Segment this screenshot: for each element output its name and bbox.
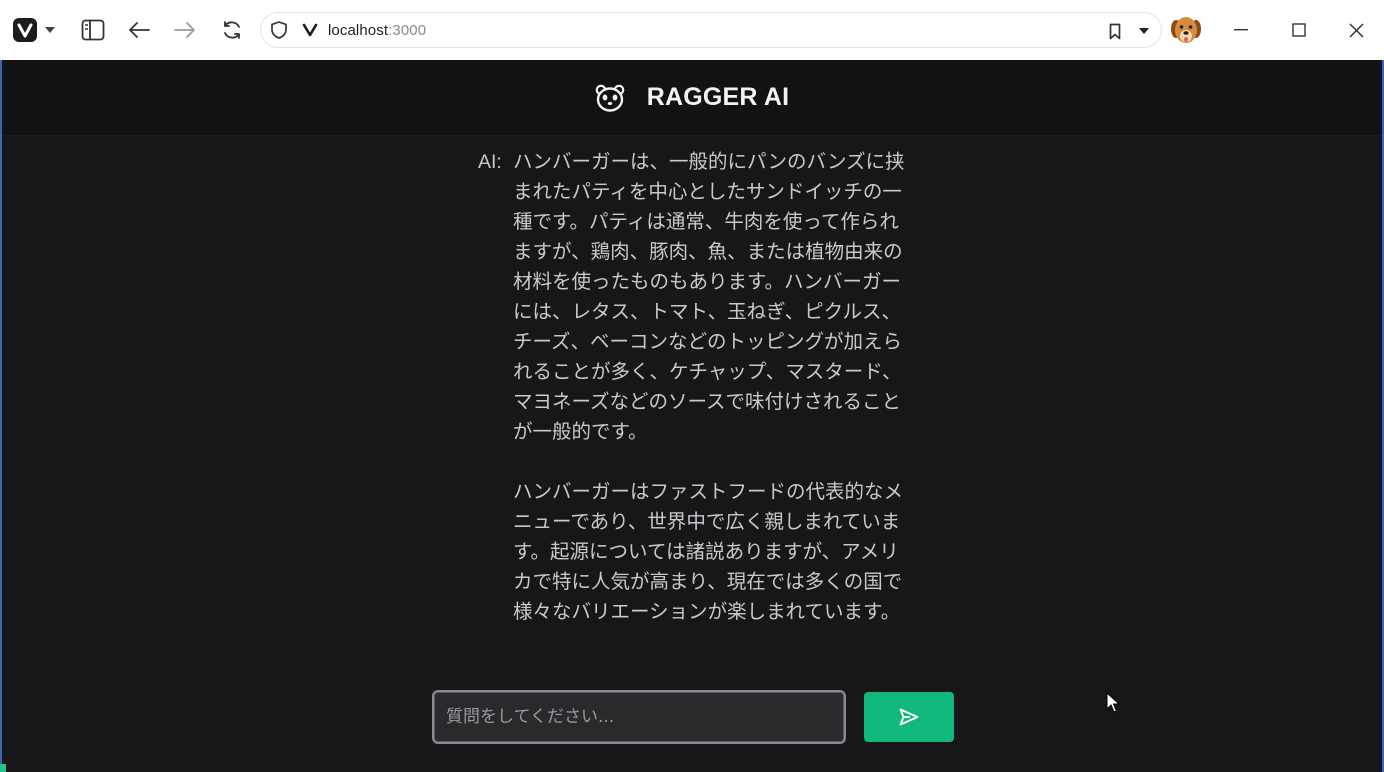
reload-icon[interactable] (219, 17, 245, 43)
loading-indicator (0, 764, 6, 772)
minimize-icon[interactable] (1230, 20, 1252, 40)
url-host: localhost (328, 22, 389, 39)
url-port: :3000 (388, 22, 427, 39)
url-text[interactable]: localhost:3000 (328, 22, 426, 39)
window-edge-left (0, 60, 2, 772)
app-title: RAGGER AI (646, 83, 790, 111)
message-speaker: AI: (478, 151, 502, 173)
shield-icon[interactable] (269, 20, 289, 40)
app-header: RAGGER AI (2, 60, 1382, 136)
question-input[interactable] (434, 692, 844, 742)
sidebar-toggle-icon[interactable] (80, 17, 106, 43)
question-input-wrapper (432, 690, 846, 744)
vivaldi-menu-icon[interactable] (12, 16, 38, 44)
panda-logo-icon (595, 84, 625, 112)
browser-toolbar: localhost:3000 (0, 0, 1384, 61)
brand: RAGGER AI (2, 60, 1382, 135)
chevron-down-icon[interactable] (42, 22, 58, 38)
bookmark-icon[interactable] (1105, 21, 1125, 41)
back-arrow-icon[interactable] (126, 17, 152, 43)
address-dropdown-icon[interactable] (1135, 23, 1153, 39)
close-icon[interactable] (1345, 20, 1367, 40)
message-text: ハンバーガーは、一般的にパンのバンズに挟まれたパティを中心としたサンドイッチの一… (513, 150, 905, 623)
profile-avatar-icon[interactable] (1168, 12, 1204, 48)
forward-arrow-icon[interactable] (172, 17, 198, 43)
address-bar[interactable]: localhost:3000 (260, 12, 1162, 48)
maximize-icon[interactable] (1288, 20, 1310, 40)
send-icon (899, 708, 919, 726)
send-button[interactable] (864, 692, 954, 742)
site-info-icon[interactable] (301, 21, 319, 39)
mouse-cursor-icon (1106, 691, 1121, 718)
